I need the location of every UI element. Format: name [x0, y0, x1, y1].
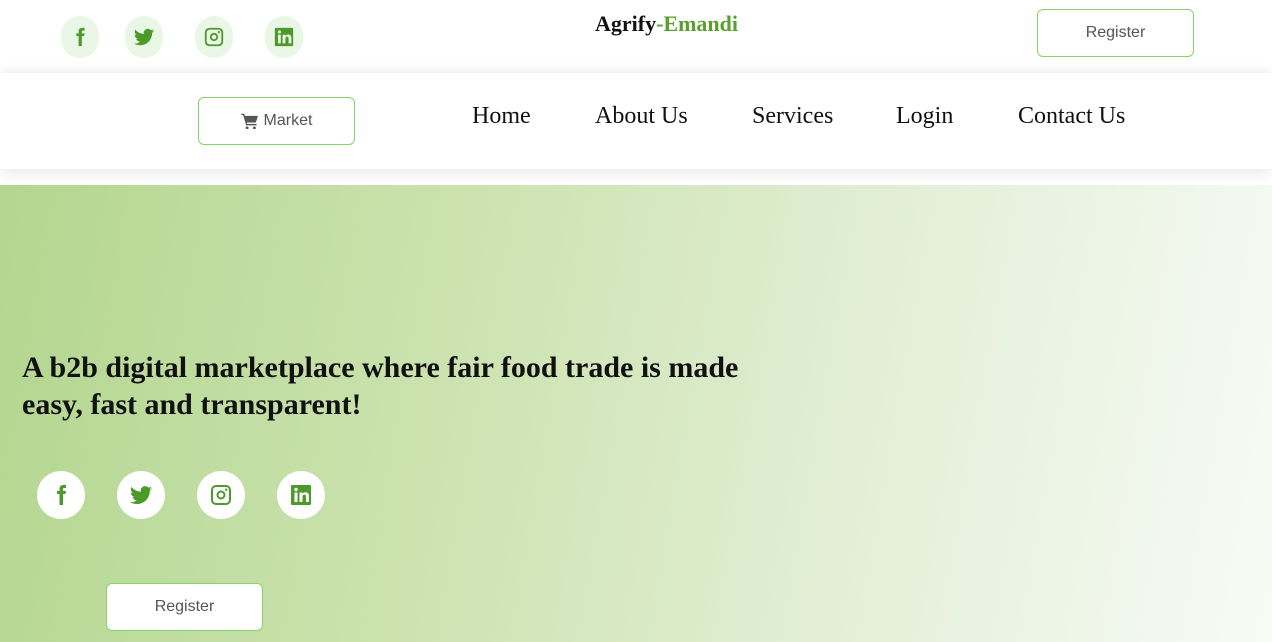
shopping-cart-icon	[240, 113, 258, 129]
nav-link-services[interactable]: Services	[752, 103, 833, 130]
hero-title: A b2b digital marketplace where fair foo…	[22, 351, 739, 421]
twitter-icon[interactable]	[125, 16, 163, 58]
brand-name-part2: Emandi	[663, 11, 739, 36]
market-button[interactable]: Market	[198, 97, 355, 145]
facebook-icon[interactable]	[37, 471, 85, 519]
instagram-icon[interactable]	[197, 471, 245, 519]
market-button-label: Market	[263, 112, 313, 129]
brand-name-part1: Agrify	[595, 11, 657, 36]
brand-logo[interactable]: Agrify-Emandi	[595, 11, 738, 37]
facebook-icon[interactable]	[61, 16, 99, 58]
nav-link-home[interactable]: Home	[472, 103, 531, 130]
hero-section: A b2b digital marketplace where fair foo…	[0, 185, 1272, 642]
main-nav: Market Home About Us Services Login Cont…	[0, 73, 1272, 169]
top-bar: Agrify-Emandi Register	[0, 0, 1272, 73]
instagram-icon[interactable]	[195, 16, 233, 58]
twitter-icon[interactable]	[117, 471, 165, 519]
nav-link-login[interactable]: Login	[896, 103, 953, 130]
nav-link-about-us[interactable]: About Us	[595, 103, 688, 130]
nav-link-contact-us[interactable]: Contact Us	[1018, 103, 1125, 130]
register-button-top[interactable]: Register	[1037, 9, 1194, 57]
linkedin-icon[interactable]	[277, 471, 325, 519]
register-button-hero[interactable]: Register	[106, 583, 263, 631]
linkedin-icon[interactable]	[265, 16, 303, 58]
